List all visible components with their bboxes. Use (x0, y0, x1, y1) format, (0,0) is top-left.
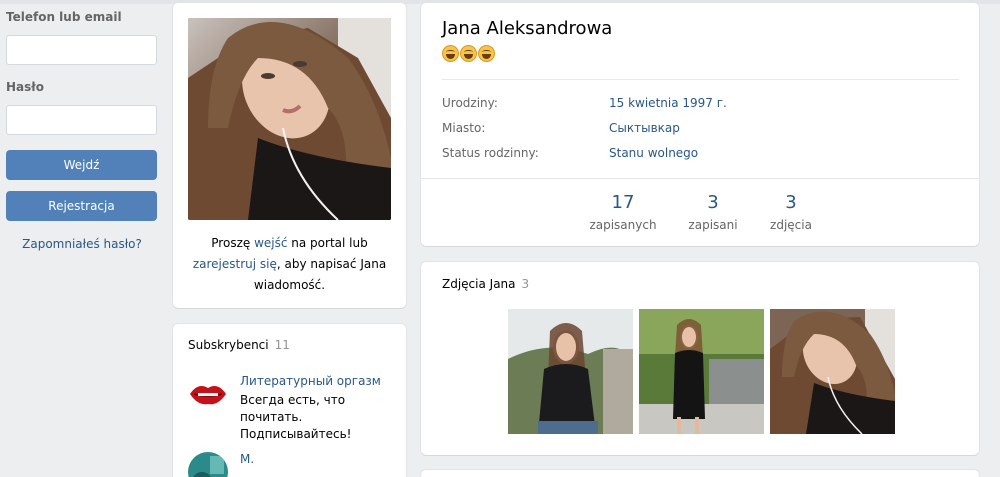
photos-count: 3 (521, 277, 530, 291)
photos-title: Zdjęcia Jana (442, 277, 516, 291)
prompt-text-1: Proszę (211, 236, 255, 250)
phone-label: Telefon lub email (6, 10, 122, 24)
profile-avatar[interactable] (188, 18, 391, 220)
counter-photos[interactable]: 3 zdjęcia (761, 192, 821, 232)
subscribers-title: Subskrybenci (188, 338, 269, 352)
profile-photo-image (188, 18, 391, 220)
info-key: Miasto: (442, 121, 486, 135)
subscribers-card: Subskrybenci 11 Литературный оргазм Всегд… (173, 324, 406, 477)
teal-avatar[interactable] (188, 452, 228, 477)
counter-label: zdjęcia (770, 218, 812, 232)
info-value-relationship[interactable]: Stanu wolnego (609, 146, 698, 160)
info-value-city[interactable]: Сыктывкар (609, 121, 680, 135)
login-button[interactable]: Wejdź (6, 150, 157, 180)
profile-name: Jana Aleksandrowa (442, 18, 613, 39)
profile-photo-card: Proszę wejść na portal lub zarejestruj s… (173, 3, 406, 308)
subscribers-count: 11 (274, 338, 290, 352)
profile-info-card: Jana Aleksandrowa Urodziny: 15 kwietnia … (421, 3, 979, 246)
counter-label: zapisanych (589, 218, 657, 232)
photo-thumbnail[interactable] (508, 309, 633, 434)
forgot-password-link[interactable]: Zapomniałeś hasło? (6, 237, 158, 251)
counter-number: 3 (785, 192, 797, 213)
prompt-text-2: na portal lub (287, 236, 368, 250)
subscriber-name[interactable]: Литературный оргазм (240, 374, 381, 388)
divider (442, 79, 959, 80)
info-value-birthday[interactable]: 15 kwietnia 1997 г. (609, 96, 727, 110)
prompt-register-link[interactable]: zarejestruj się (193, 257, 277, 271)
login-panel: Telefon lub email Hasło Wejdź Rejestracj… (6, 10, 158, 251)
status-emoji (442, 45, 495, 62)
divider (421, 178, 979, 179)
counter-number: 17 (611, 192, 635, 213)
photos-card: Zdjęcia Jana 3 (421, 262, 979, 455)
photos-header[interactable]: Zdjęcia Jana 3 (442, 277, 529, 291)
login-prompt: Proszę wejść na portal lub zarejestruj s… (185, 233, 394, 296)
photo-thumbnail[interactable] (639, 309, 764, 434)
counter-number: 3 (707, 192, 719, 213)
next-card (421, 470, 979, 477)
photo-thumbnail[interactable] (770, 309, 895, 434)
info-key: Urodziny: (442, 96, 498, 110)
hugging-emoji-icon (442, 45, 459, 62)
password-input[interactable] (6, 105, 157, 135)
subscriber-name[interactable]: M. (240, 452, 254, 466)
password-label: Hasło (6, 80, 44, 94)
register-button[interactable]: Rejestracja (6, 191, 157, 221)
info-key: Status rodzinny: (442, 146, 539, 160)
counter-followers[interactable]: 3 zapisani (683, 192, 743, 232)
hugging-emoji-icon (460, 45, 477, 62)
subscriber-description: Всегда есть, что почитать. Подписывайтес… (240, 393, 352, 441)
phone-email-input[interactable] (6, 35, 157, 65)
subscribers-header[interactable]: Subskrybenci 11 (188, 338, 290, 352)
prompt-login-link[interactable]: wejść (254, 236, 287, 250)
hugging-emoji-icon (478, 45, 495, 62)
lips-icon[interactable] (188, 374, 228, 414)
counter-following[interactable]: 17 zapisanych (588, 192, 658, 232)
counter-label: zapisani (688, 218, 738, 232)
